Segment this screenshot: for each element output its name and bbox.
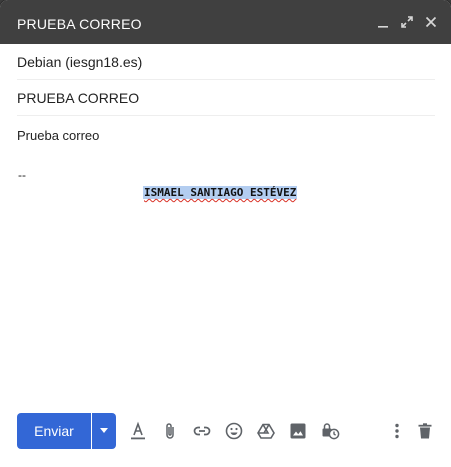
subject-field[interactable]: PRUEBA CORREO [17,80,435,116]
close-icon[interactable] [423,14,439,30]
expand-icon[interactable] [399,14,415,30]
image-icon[interactable] [288,421,308,441]
text-format-icon[interactable] [128,421,148,441]
signature-separator: -- [18,168,26,182]
delete-icon[interactable] [415,421,435,441]
compose-window: PRUEBA CORREO Debian (iesgn18.es) PRUEBA… [0,0,451,467]
send-options-button[interactable] [92,413,116,449]
more-options-icon[interactable] [387,421,407,441]
signature-name: ISMAEL SANTIAGO ESTÉVEZ [143,186,298,199]
confidential-icon[interactable] [320,421,340,441]
compose-toolbar: Enviar [0,410,451,452]
link-icon[interactable] [192,421,212,441]
minimize-icon[interactable] [375,14,391,30]
recipients-field[interactable]: Debian (iesgn18.es) [17,44,435,80]
send-button[interactable]: Enviar [17,413,91,449]
emoji-icon[interactable] [224,421,244,441]
compose-title: PRUEBA CORREO [17,16,142,32]
message-body[interactable]: Prueba correo -- ISMAEL SANTIAGO ESTÉVEZ [17,116,435,396]
chevron-down-icon [100,428,108,433]
compose-titlebar[interactable]: PRUEBA CORREO [0,0,451,44]
attach-icon[interactable] [160,421,180,441]
body-text: Prueba correo [17,128,100,143]
drive-icon[interactable] [256,421,276,441]
